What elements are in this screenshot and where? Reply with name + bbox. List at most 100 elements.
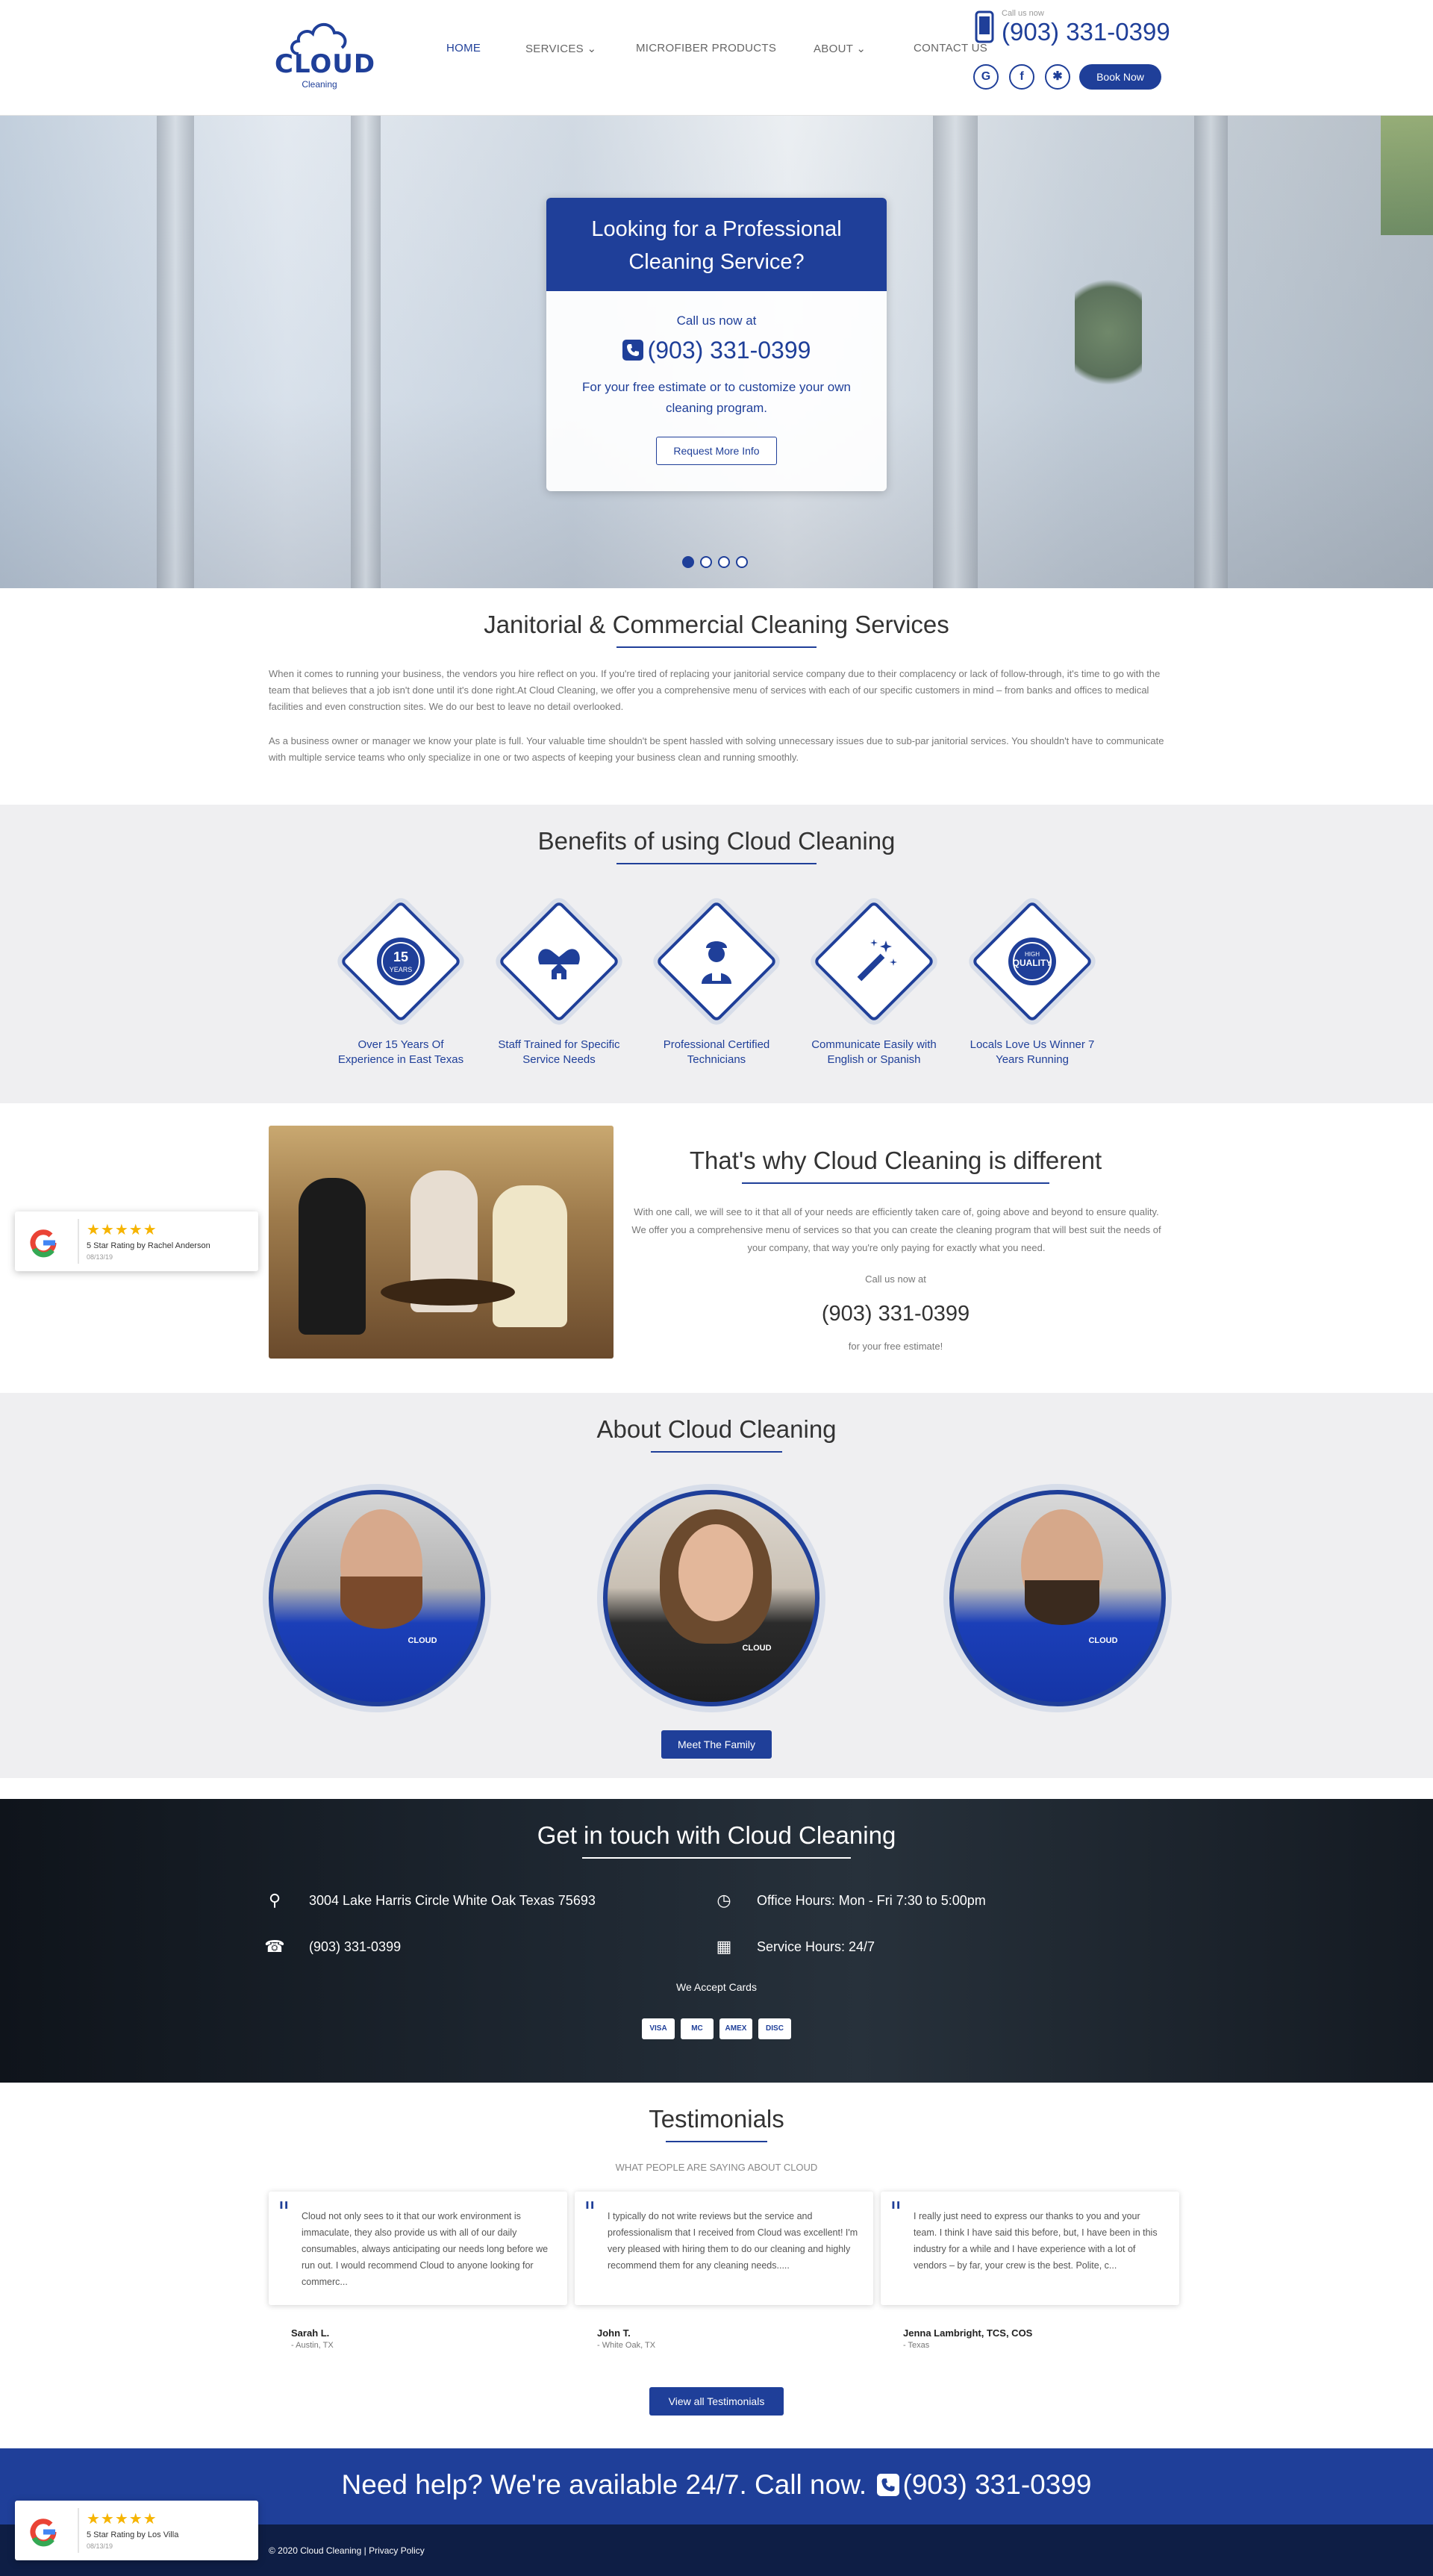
cta-phone[interactable]: (903) 331-0399 (902, 2469, 1091, 2500)
contact-phone[interactable]: (903) 331-0399 (309, 1939, 401, 1955)
phone-icon: ☎ (264, 1937, 285, 1956)
star-rating: ★★★★★ (87, 1222, 157, 1238)
years-badge-number: 15 (393, 949, 408, 964)
nav-microfiber-products[interactable]: MICROFIBER PRODUCTS (636, 42, 776, 58)
discover-card-icon: DISC (758, 2018, 791, 2039)
table-shape (381, 1279, 515, 1306)
logo-subtext: Cleaning (302, 79, 337, 90)
testimonial-author: Jenna Lambright, TCS, COS (903, 2327, 1033, 2339)
slider-dot-2[interactable] (700, 556, 712, 568)
mastercard-icon: MC (681, 2018, 714, 2039)
call-us-label: Call us now (1002, 9, 1044, 18)
contact-section: Get in touch with Cloud Cleaning ⚲ 3004 … (0, 1799, 1433, 2083)
facebook-icon[interactable]: f (1009, 64, 1034, 90)
benefits-title: Benefits of using Cloud Cleaning (537, 827, 896, 855)
hero-phone-number[interactable]: (903) 331-0399 (648, 337, 811, 364)
beard-shape (340, 1577, 422, 1629)
testimonial-card: " Cloud not only sees to it that our wor… (269, 2192, 567, 2305)
rating-date: 08/13/19 (87, 1253, 113, 1261)
plant-image (1381, 116, 1433, 235)
hero-call-label: Call us now at (676, 314, 757, 328)
badge-divider (78, 2508, 79, 2553)
header-phone-number[interactable]: (903) 331-0399 (1002, 18, 1170, 46)
rating-date: 08/13/19 (87, 2542, 113, 2550)
logo[interactable]: CLOUD Cleaning (275, 16, 376, 91)
header-phone[interactable]: Call us now (903) 331-0399 (975, 7, 1176, 46)
footer-text: © 2020 Cloud Cleaning | Privacy Policy (269, 2545, 425, 2556)
quote-icon: " (584, 2198, 596, 2228)
person-silhouette (299, 1178, 366, 1335)
footer-separator: | (363, 2545, 366, 2556)
beard-shape (1025, 1580, 1099, 1625)
cta-text: Need help? We're available 24/7. Call no… (0, 2469, 1433, 2501)
quality-badge-top: HIGH (1025, 951, 1040, 958)
testimonials-title: Testimonials (649, 2105, 784, 2133)
benefit-label: Staff Trained for Specific Service Needs (498, 1038, 620, 1066)
hero-callout: Looking for a Professional Cleaning Serv… (546, 198, 887, 491)
view-all-testimonials-button[interactable]: View all Testimonials (649, 2387, 784, 2416)
shirt-logo: CLOUD (1088, 1636, 1118, 1645)
hero-background-column (1194, 116, 1228, 588)
google-review-badge[interactable]: ★★★★★ 5 Star Rating by Rachel Anderson 0… (15, 1211, 258, 1271)
benefit-diamond: HIGH QUALITY (969, 898, 1096, 1025)
service-hours: Service Hours: 24/7 (757, 1939, 875, 1954)
hero-phone[interactable]: (903) 331-0399 (546, 337, 887, 364)
contact-title: Get in touch with Cloud Cleaning (537, 1821, 896, 1849)
different-title: That's why Cloud Cleaning is different (689, 1147, 1102, 1174)
calendar-icon: ▦ (716, 1937, 732, 1956)
google-icon[interactable]: G (973, 64, 999, 90)
team-member-photo: CLOUD (949, 1490, 1166, 1706)
yelp-icon[interactable]: ✱ (1045, 64, 1070, 90)
google-g-icon (30, 2519, 57, 2547)
google-g-icon (30, 1229, 57, 1258)
about-title: About Cloud Cleaning (596, 1415, 837, 1443)
title-underline (582, 1857, 851, 1859)
different-phone[interactable]: (903) 331-0399 (619, 1302, 1172, 1326)
title-underline (651, 1451, 782, 1453)
title-underline (616, 863, 817, 864)
cards-label: We Accept Cards (676, 1981, 757, 1993)
team-member-photo: CLOUD (269, 1490, 485, 1706)
testimonial-text: Cloud not only sees to it that our work … (302, 2211, 549, 2287)
slider-dot-3[interactable] (718, 556, 730, 568)
request-more-info-button[interactable]: Request More Info (656, 437, 777, 465)
slider-dot-4[interactable] (736, 556, 748, 568)
book-now-button[interactable]: Book Now (1079, 64, 1161, 90)
contact-address: 3004 Lake Harris Circle White Oak Texas … (309, 1893, 596, 1908)
title-underline (616, 646, 817, 648)
logo-text: CLOUD (275, 49, 376, 79)
nav-home[interactable]: HOME (446, 42, 481, 58)
benefit-diamond (653, 898, 780, 1025)
quality-badge-icon: HIGH QUALITY (1008, 938, 1056, 985)
free-estimate-text: for your free estimate! (848, 1341, 943, 1352)
meet-the-family-button[interactable]: Meet The Family (661, 1730, 772, 1759)
mobile-phone-icon (975, 10, 994, 43)
testimonial-text: I typically do not write reviews but the… (608, 2211, 858, 2271)
years-badge-icon: 15 YEARS (377, 938, 425, 985)
slider-dot-1[interactable] (682, 556, 694, 568)
google-review-badge[interactable]: ★★★★★ 5 Star Rating by Los Villa 08/13/1… (15, 2501, 258, 2560)
nav-services[interactable]: SERVICES ⌄ (525, 42, 596, 58)
testimonials-subtitle: WHAT PEOPLE ARE SAYING ABOUT CLOUD (615, 2162, 818, 2173)
janitorial-title: Janitorial & Commercial Cleaning Service… (484, 611, 949, 638)
privacy-policy-link[interactable]: Privacy Policy (369, 2545, 425, 2556)
cta-message: Need help? We're available 24/7. Call no… (341, 2469, 867, 2500)
phone-icon (877, 2474, 900, 2496)
different-text: With one call, we will see to it that al… (631, 1206, 1161, 1253)
hero-background-column (157, 116, 194, 588)
janitorial-paragraph-2: As a business owner or manager we know y… (269, 735, 1164, 763)
quote-icon: " (890, 2198, 902, 2228)
testimonial-card: " I really just need to express our than… (881, 2192, 1179, 2305)
testimonial-location: - Texas (903, 2341, 930, 2350)
rating-text: 5 Star Rating by Rachel Anderson (87, 1241, 210, 1250)
benefit-label: Over 15 Years Of Experience in East Texa… (337, 1038, 464, 1066)
map-pin-icon: ⚲ (268, 1891, 281, 1909)
benefit-diamond (496, 898, 622, 1025)
title-underline (742, 1182, 1049, 1184)
nav-about[interactable]: ABOUT ⌄ (814, 42, 866, 58)
home-hands-icon (538, 949, 580, 979)
plant-image (1075, 265, 1142, 399)
testimonial-author: Sarah L. (291, 2327, 330, 2339)
quality-badge-label: QUALITY (1013, 958, 1052, 968)
benefits-section: Benefits of using Cloud Cleaning 15 YEAR… (0, 805, 1433, 1103)
